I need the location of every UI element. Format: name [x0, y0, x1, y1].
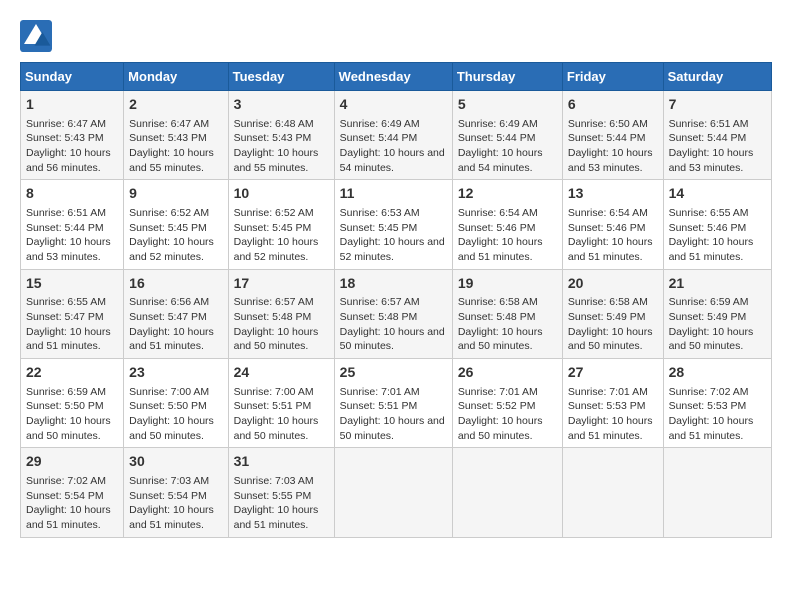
day-number: 14	[669, 184, 766, 204]
logo	[20, 20, 58, 52]
calendar-week-row: 29Sunrise: 7:02 AMSunset: 5:54 PMDayligh…	[21, 448, 772, 537]
calendar-cell: 16Sunrise: 6:56 AMSunset: 5:47 PMDayligh…	[124, 269, 228, 358]
day-number: 19	[458, 274, 557, 294]
calendar-cell: 8Sunrise: 6:51 AMSunset: 5:44 PMDaylight…	[21, 180, 124, 269]
calendar-cell: 22Sunrise: 6:59 AMSunset: 5:50 PMDayligh…	[21, 359, 124, 448]
calendar-cell: 27Sunrise: 7:01 AMSunset: 5:53 PMDayligh…	[562, 359, 663, 448]
calendar-cell: 28Sunrise: 7:02 AMSunset: 5:53 PMDayligh…	[663, 359, 771, 448]
header-thursday: Thursday	[452, 63, 562, 91]
day-number: 13	[568, 184, 658, 204]
header-tuesday: Tuesday	[228, 63, 334, 91]
calendar-cell: 21Sunrise: 6:59 AMSunset: 5:49 PMDayligh…	[663, 269, 771, 358]
calendar-cell: 3Sunrise: 6:48 AMSunset: 5:43 PMDaylight…	[228, 91, 334, 180]
day-number: 29	[26, 452, 118, 472]
day-number: 20	[568, 274, 658, 294]
calendar-cell: 20Sunrise: 6:58 AMSunset: 5:49 PMDayligh…	[562, 269, 663, 358]
calendar-cell: 11Sunrise: 6:53 AMSunset: 5:45 PMDayligh…	[334, 180, 452, 269]
day-number: 21	[669, 274, 766, 294]
day-number: 4	[340, 95, 447, 115]
day-number: 9	[129, 184, 222, 204]
day-number: 27	[568, 363, 658, 383]
day-number: 6	[568, 95, 658, 115]
calendar-cell	[663, 448, 771, 537]
day-number: 10	[234, 184, 329, 204]
calendar-table: Sunday Monday Tuesday Wednesday Thursday…	[20, 62, 772, 538]
calendar-cell: 17Sunrise: 6:57 AMSunset: 5:48 PMDayligh…	[228, 269, 334, 358]
calendar-cell: 12Sunrise: 6:54 AMSunset: 5:46 PMDayligh…	[452, 180, 562, 269]
calendar-cell: 4Sunrise: 6:49 AMSunset: 5:44 PMDaylight…	[334, 91, 452, 180]
page-header	[20, 20, 772, 52]
calendar-cell: 15Sunrise: 6:55 AMSunset: 5:47 PMDayligh…	[21, 269, 124, 358]
day-number: 1	[26, 95, 118, 115]
calendar-cell: 26Sunrise: 7:01 AMSunset: 5:52 PMDayligh…	[452, 359, 562, 448]
calendar-header-row: Sunday Monday Tuesday Wednesday Thursday…	[21, 63, 772, 91]
day-number: 5	[458, 95, 557, 115]
calendar-cell: 10Sunrise: 6:52 AMSunset: 5:45 PMDayligh…	[228, 180, 334, 269]
calendar-cell: 25Sunrise: 7:01 AMSunset: 5:51 PMDayligh…	[334, 359, 452, 448]
day-number: 16	[129, 274, 222, 294]
day-number: 26	[458, 363, 557, 383]
day-number: 22	[26, 363, 118, 383]
calendar-week-row: 8Sunrise: 6:51 AMSunset: 5:44 PMDaylight…	[21, 180, 772, 269]
logo-icon	[20, 20, 52, 52]
calendar-cell: 1Sunrise: 6:47 AMSunset: 5:43 PMDaylight…	[21, 91, 124, 180]
calendar-cell: 6Sunrise: 6:50 AMSunset: 5:44 PMDaylight…	[562, 91, 663, 180]
calendar-cell: 13Sunrise: 6:54 AMSunset: 5:46 PMDayligh…	[562, 180, 663, 269]
calendar-cell	[334, 448, 452, 537]
header-wednesday: Wednesday	[334, 63, 452, 91]
calendar-cell: 23Sunrise: 7:00 AMSunset: 5:50 PMDayligh…	[124, 359, 228, 448]
calendar-cell: 2Sunrise: 6:47 AMSunset: 5:43 PMDaylight…	[124, 91, 228, 180]
day-number: 8	[26, 184, 118, 204]
calendar-cell: 19Sunrise: 6:58 AMSunset: 5:48 PMDayligh…	[452, 269, 562, 358]
day-number: 3	[234, 95, 329, 115]
calendar-cell: 14Sunrise: 6:55 AMSunset: 5:46 PMDayligh…	[663, 180, 771, 269]
header-saturday: Saturday	[663, 63, 771, 91]
day-number: 28	[669, 363, 766, 383]
calendar-cell: 5Sunrise: 6:49 AMSunset: 5:44 PMDaylight…	[452, 91, 562, 180]
calendar-cell: 24Sunrise: 7:00 AMSunset: 5:51 PMDayligh…	[228, 359, 334, 448]
day-number: 11	[340, 184, 447, 204]
day-number: 23	[129, 363, 222, 383]
calendar-week-row: 22Sunrise: 6:59 AMSunset: 5:50 PMDayligh…	[21, 359, 772, 448]
day-number: 18	[340, 274, 447, 294]
header-friday: Friday	[562, 63, 663, 91]
day-number: 30	[129, 452, 222, 472]
header-monday: Monday	[124, 63, 228, 91]
calendar-cell: 18Sunrise: 6:57 AMSunset: 5:48 PMDayligh…	[334, 269, 452, 358]
calendar-cell	[562, 448, 663, 537]
day-number: 24	[234, 363, 329, 383]
calendar-cell: 31Sunrise: 7:03 AMSunset: 5:55 PMDayligh…	[228, 448, 334, 537]
calendar-cell: 7Sunrise: 6:51 AMSunset: 5:44 PMDaylight…	[663, 91, 771, 180]
day-number: 17	[234, 274, 329, 294]
day-number: 12	[458, 184, 557, 204]
day-number: 2	[129, 95, 222, 115]
day-number: 25	[340, 363, 447, 383]
header-sunday: Sunday	[21, 63, 124, 91]
calendar-cell: 30Sunrise: 7:03 AMSunset: 5:54 PMDayligh…	[124, 448, 228, 537]
calendar-cell	[452, 448, 562, 537]
day-number: 7	[669, 95, 766, 115]
day-number: 15	[26, 274, 118, 294]
day-number: 31	[234, 452, 329, 472]
calendar-week-row: 15Sunrise: 6:55 AMSunset: 5:47 PMDayligh…	[21, 269, 772, 358]
calendar-cell: 29Sunrise: 7:02 AMSunset: 5:54 PMDayligh…	[21, 448, 124, 537]
calendar-week-row: 1Sunrise: 6:47 AMSunset: 5:43 PMDaylight…	[21, 91, 772, 180]
calendar-cell: 9Sunrise: 6:52 AMSunset: 5:45 PMDaylight…	[124, 180, 228, 269]
